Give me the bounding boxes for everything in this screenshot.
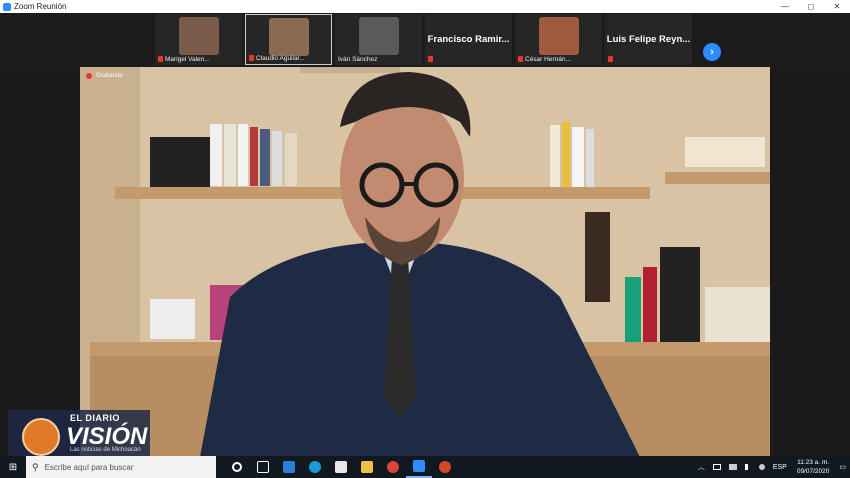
participant-tile[interactable]: César Hernán... bbox=[515, 14, 602, 65]
start-button[interactable]: ⊞ bbox=[0, 456, 26, 478]
powerpoint-app-button[interactable] bbox=[432, 456, 458, 478]
participant-tile[interactable]: Claudio Aguilar... bbox=[245, 14, 332, 65]
mail-app-button[interactable] bbox=[276, 456, 302, 478]
store-app-button[interactable] bbox=[328, 456, 354, 478]
search-icon: ⚲ bbox=[32, 461, 39, 472]
zoom-app-button[interactable] bbox=[406, 456, 432, 478]
task-view-icon bbox=[257, 461, 269, 473]
windows-taskbar: ⊞ ⚲ Escribe aquí para buscar ︿ ESP 11:23… bbox=[0, 456, 850, 478]
window-titlebar: Zoom Reunión — ◻ ✕ bbox=[0, 0, 850, 13]
zoom-icon bbox=[413, 460, 425, 472]
system-tray: ︿ ESP 11:23 a. m. 09/07/2020 ▭ bbox=[694, 458, 850, 476]
taskbar-pinned-apps bbox=[224, 456, 458, 478]
recording-indicator: Grabando bbox=[86, 73, 123, 79]
logo-tagline: Las noticias de Michoacán bbox=[70, 447, 141, 453]
dropbox-icon[interactable] bbox=[758, 464, 765, 470]
active-speaker-video: Grabando bbox=[80, 67, 770, 457]
muted-mic-icon bbox=[158, 56, 163, 62]
recording-dot-icon bbox=[86, 73, 92, 79]
close-button[interactable]: ✕ bbox=[824, 0, 850, 13]
speaker-video-frame bbox=[80, 67, 770, 457]
muted-mic-icon bbox=[608, 56, 613, 62]
participant-name: Marigel Valen... bbox=[165, 56, 210, 63]
powerpoint-icon bbox=[439, 461, 451, 473]
chrome-icon bbox=[387, 461, 399, 473]
participant-strip: Marigel Valen... Claudio Aguilar... Iván… bbox=[0, 13, 850, 67]
zoom-app-icon bbox=[3, 2, 11, 11]
participant-tile[interactable]: Iván Sánchez bbox=[335, 14, 422, 65]
next-participants-button[interactable]: › bbox=[703, 43, 721, 61]
search-placeholder: Escribe aquí para buscar bbox=[44, 462, 134, 472]
participant-name: Iván Sánchez bbox=[338, 56, 378, 63]
maximize-button[interactable]: ◻ bbox=[798, 0, 824, 13]
taskbar-clock[interactable]: 11:23 a. m. 09/07/2020 bbox=[797, 458, 830, 476]
edge-app-button[interactable] bbox=[302, 456, 328, 478]
participant-video bbox=[538, 17, 579, 55]
language-indicator[interactable]: ESP bbox=[773, 464, 787, 471]
participant-name: Francisco Ramir... bbox=[427, 34, 510, 45]
muted-mic-icon bbox=[428, 56, 433, 62]
logo-line1: EL DIARIO bbox=[70, 413, 120, 423]
tray-chevron-icon[interactable]: ︿ bbox=[698, 462, 705, 472]
edge-icon bbox=[309, 461, 321, 473]
muted-mic-icon bbox=[249, 55, 254, 61]
mail-icon bbox=[283, 461, 295, 473]
battery-icon[interactable] bbox=[712, 464, 721, 470]
participant-name: César Hernán... bbox=[525, 56, 571, 63]
taskbar-search-box[interactable]: ⚲ Escribe aquí para buscar bbox=[26, 456, 216, 478]
window-controls: — ◻ ✕ bbox=[772, 0, 850, 13]
cortana-button[interactable] bbox=[224, 456, 250, 478]
folder-icon bbox=[361, 461, 373, 473]
participant-tile[interactable]: Luis Felipe Reyn... bbox=[605, 14, 692, 65]
task-view-button[interactable] bbox=[250, 456, 276, 478]
volume-icon[interactable] bbox=[744, 464, 751, 470]
muted-mic-icon bbox=[518, 56, 523, 62]
recording-label: Grabando bbox=[96, 73, 123, 79]
chrome-app-button[interactable] bbox=[380, 456, 406, 478]
logo-emblem bbox=[22, 418, 60, 456]
notification-center-icon[interactable]: ▭ bbox=[839, 463, 846, 471]
participant-name: Luis Felipe Reyn... bbox=[606, 34, 691, 45]
diario-vision-logo: EL DIARIO VISIÓN Las noticias de Michoac… bbox=[8, 410, 150, 456]
window-title: Zoom Reunión bbox=[14, 2, 67, 11]
clock-date: 09/07/2020 bbox=[796, 468, 830, 475]
clock-time: 11:23 a. m. bbox=[797, 459, 830, 466]
network-icon[interactable] bbox=[728, 464, 737, 470]
participant-video bbox=[358, 17, 399, 55]
participant-name: Claudio Aguilar... bbox=[256, 55, 305, 62]
cortana-icon bbox=[232, 462, 242, 472]
participant-video bbox=[178, 17, 219, 55]
participant-video bbox=[268, 18, 309, 56]
participant-tile[interactable]: Marigel Valen... bbox=[155, 14, 242, 65]
file-explorer-button[interactable] bbox=[354, 456, 380, 478]
participant-tile[interactable]: Francisco Ramir... bbox=[425, 14, 512, 65]
store-icon bbox=[335, 461, 347, 473]
minimize-button[interactable]: — bbox=[772, 0, 798, 13]
